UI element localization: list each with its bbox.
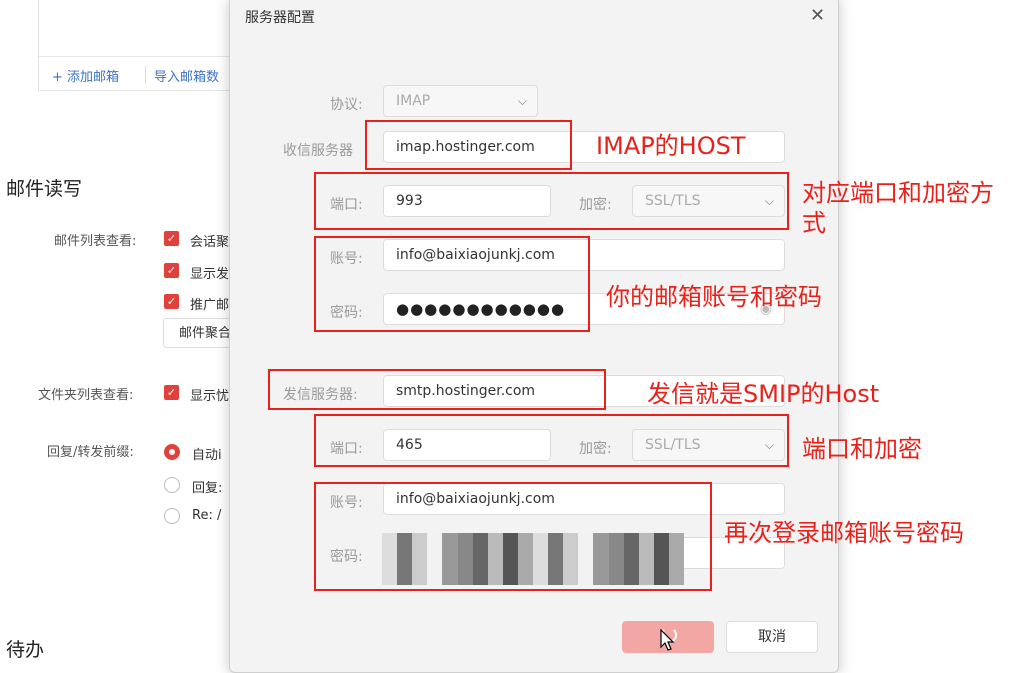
annotation-box-account-password (314, 236, 590, 332)
reply-prefix-label: 回复/转发前缀: (47, 445, 134, 460)
import-mailbox-link[interactable]: 导入邮箱数 (154, 66, 219, 85)
mouse-cursor-icon (660, 629, 675, 651)
checkbox-promo[interactable]: ✓ (164, 294, 179, 309)
mail-list-label: 邮件列表查看: (54, 234, 137, 249)
option-reply: 回复: (192, 481, 223, 496)
dialog-title: 服务器配置 (245, 10, 315, 26)
option-promo: 推广邮 (190, 298, 230, 313)
annotation-imap-host: IMAP的HOST (596, 132, 746, 160)
annotation-smtp-host: 发信就是SMIP的Host (647, 380, 880, 408)
option-conversation: 会话聚 (190, 235, 230, 250)
protocol-label: 协议: (330, 97, 363, 113)
option-folder: 显示忧 (190, 389, 230, 404)
protocol-value: IMAP (396, 93, 431, 109)
annotation-box-port-encrypt-2 (314, 414, 789, 467)
protocol-select[interactable]: IMAP ⌵ (383, 85, 538, 117)
radio-reply[interactable] (164, 477, 180, 493)
checkbox-show-sender[interactable]: ✓ (164, 263, 179, 278)
link-separator (145, 66, 146, 84)
section-title-read-write: 邮件读写 (6, 178, 83, 200)
chevron-down-icon: ⌵ (517, 94, 527, 108)
checkbox-folder[interactable]: ✓ (164, 385, 179, 400)
annotation-box-imap-host (365, 120, 572, 170)
cancel-button[interactable]: 取消 (726, 621, 818, 653)
add-mailbox-link[interactable]: + 添加邮箱 (52, 66, 119, 85)
annotation-account-password: 你的邮箱账号和密码 (606, 283, 822, 311)
annotation-port-encrypt-1: 对应端口和加密方式 (802, 179, 994, 237)
annotation-box-relogin (314, 482, 712, 591)
option-show-sender: 显示发 (190, 267, 230, 282)
section-title-todo: 待办 (6, 639, 45, 661)
radio-re[interactable] (164, 508, 180, 524)
annotation-box-smtp-host (268, 369, 606, 410)
option-auto: 自动i (192, 448, 222, 463)
radio-auto[interactable] (164, 444, 180, 460)
checkbox-conversation[interactable]: ✓ (164, 231, 179, 246)
close-icon[interactable]: ✕ (810, 5, 825, 26)
annotation-box-port-encrypt-1 (314, 172, 789, 230)
annotation-relogin: 再次登录邮箱账号密码 (724, 519, 964, 547)
folder-list-label: 文件夹列表查看: (38, 388, 134, 403)
annotation-port-encrypt-2: 端口和加密 (802, 435, 922, 463)
incoming-server-label: 收信服务器 (283, 143, 353, 159)
option-re: Re: / (192, 508, 222, 523)
